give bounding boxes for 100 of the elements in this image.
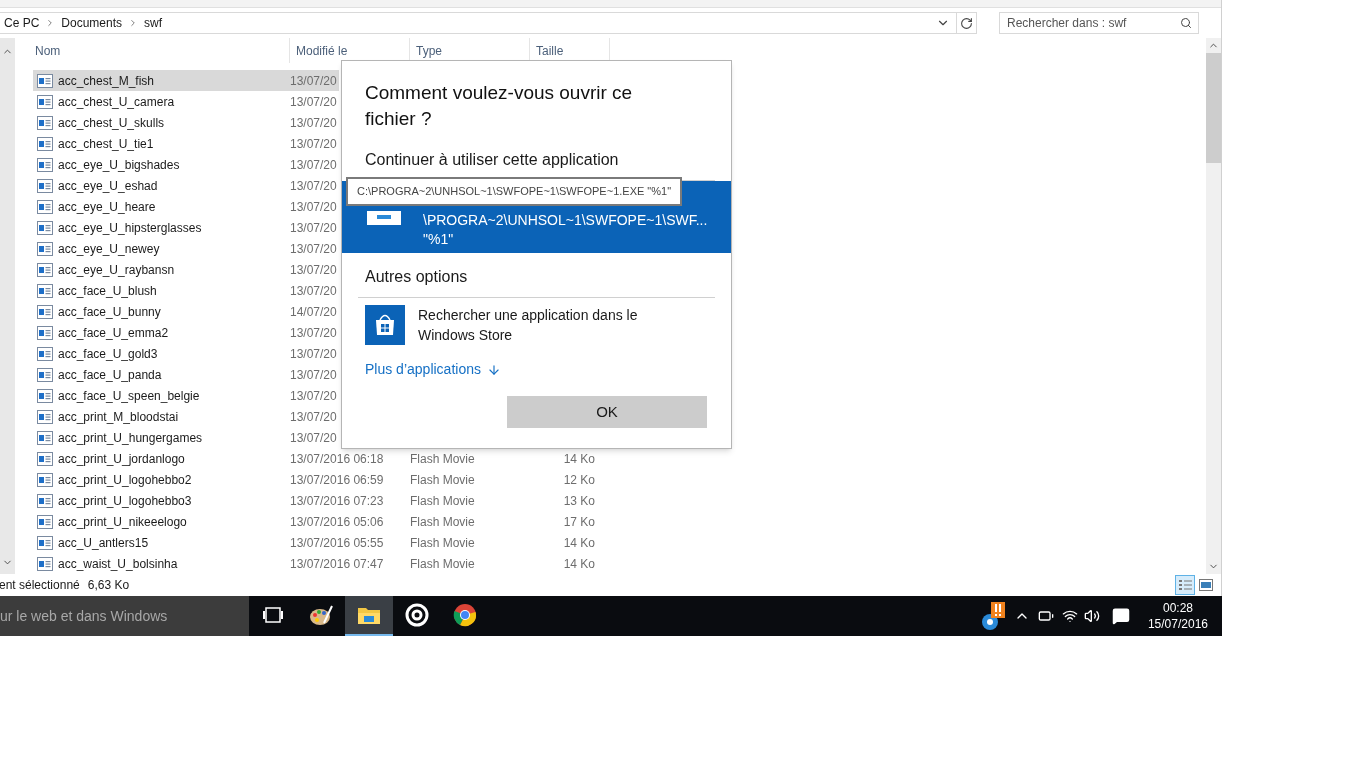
clock-time[interactable]: 00:28 — [1162, 600, 1193, 616]
modified-date: 13/07/20 — [289, 261, 337, 279]
file-icon — [37, 94, 53, 109]
taskbar-app-button[interactable] — [345, 596, 393, 636]
file-name: acc_chest_U_tie1 — [58, 135, 154, 153]
file-name: acc_print_U_jordanlogo — [58, 450, 185, 468]
file-row[interactable]: acc_print_U_jordanlogo 13/07/2016 06:18 Flash Movie 14 Ko — [33, 448, 605, 469]
wifi-icon[interactable] — [1061, 608, 1078, 624]
file-icon — [37, 409, 53, 424]
address-bar[interactable]: Ce PC Documents swf — [0, 12, 977, 34]
palette-icon[interactable] — [308, 603, 334, 627]
breadcrumb[interactable]: swf — [144, 14, 163, 32]
file-row[interactable]: acc_face_U_speen_belgie 13/07/20 — [33, 385, 339, 406]
file-row[interactable]: acc_face_U_panda 13/07/20 — [33, 364, 339, 385]
modified-date: 13/07/20 — [289, 366, 337, 384]
file-row[interactable]: acc_eye_U_heare 13/07/20 — [33, 196, 339, 217]
column-header[interactable]: Nom — [35, 41, 61, 60]
globe-alert-icon[interactable] — [981, 601, 1006, 631]
search-field[interactable]: Rechercher dans : swf — [999, 12, 1199, 34]
file-row[interactable]: acc_eye_U_bigshades 13/07/20 — [33, 154, 339, 175]
file-icon — [37, 304, 53, 319]
file-row[interactable]: acc_face_U_bunny 14/07/20 — [33, 301, 339, 322]
file-type: Flash Movie — [410, 555, 476, 573]
file-name: acc_eye_U_bigshades — [58, 156, 180, 174]
volume-icon[interactable] — [1083, 608, 1100, 624]
file-size: 14 Ko — [562, 450, 595, 468]
column-header[interactable]: Modifié le — [296, 41, 348, 60]
file-icon — [37, 556, 53, 571]
file-row[interactable]: acc_print_U_logohebbo2 13/07/2016 06:59 Flash Movie 12 Ko — [33, 469, 605, 490]
file-icon — [37, 220, 53, 235]
modified-date: 13/07/20 — [289, 408, 337, 426]
modified-date: 13/07/2016 06:18 — [289, 450, 385, 468]
breadcrumb[interactable]: Documents — [61, 14, 123, 32]
store-option[interactable]: Rechercher une application dans le Windows Store — [342, 298, 731, 345]
disc-icon[interactable] — [404, 602, 430, 628]
scrollbar-thumb[interactable] — [1206, 53, 1221, 163]
file-name: acc_print_U_logohebbo3 — [58, 492, 192, 510]
file-type: Flash Movie — [410, 534, 476, 552]
details-view-icon[interactable] — [1175, 575, 1195, 595]
file-row[interactable]: acc_eye_U_raybansn 13/07/20 — [33, 259, 339, 280]
file-icon — [37, 283, 53, 298]
store-bag-icon — [365, 305, 405, 345]
file-row[interactable]: acc_print_U_hungergames 13/07/20 — [33, 427, 339, 448]
ok-button[interactable]: OK — [507, 396, 707, 428]
modified-date: 13/07/2016 05:06 — [289, 513, 385, 531]
file-row[interactable]: acc_chest_U_tie1 13/07/20 — [33, 133, 339, 154]
file-icon — [37, 262, 53, 277]
file-icon — [37, 157, 53, 172]
modified-date: 13/07/20 — [289, 324, 337, 342]
file-row[interactable]: acc_U_antlers15 13/07/2016 05:55 Flash Movie 14 Ko — [33, 532, 605, 553]
task-view-icon[interactable] — [262, 606, 284, 624]
more-apps-link[interactable]: Plus d’applications — [342, 359, 731, 380]
file-icon — [37, 73, 53, 88]
file-icon — [37, 241, 53, 256]
file-icon — [37, 367, 53, 382]
file-row[interactable]: acc_chest_M_fish 13/07/20 — [33, 70, 339, 91]
breadcrumb[interactable]: Ce PC — [4, 14, 40, 32]
file-icon — [37, 136, 53, 151]
modified-date: 13/07/20 — [289, 429, 337, 447]
file-icon — [37, 178, 53, 193]
file-icon — [37, 451, 53, 466]
app-command-text: "%1" — [423, 230, 455, 249]
file-row[interactable]: acc_eye_U_eshad 13/07/20 — [33, 175, 339, 196]
file-type: Flash Movie — [410, 513, 476, 531]
modified-date: 13/07/2016 05:55 — [289, 534, 385, 552]
thumbnail-view-icon[interactable] — [1199, 579, 1213, 591]
file-row[interactable]: acc_print_U_nikeeelogo 13/07/2016 05:06 Flash Movie 17 Ko — [33, 511, 605, 532]
section-heading: Continuer à utiliser cette application — [364, 150, 620, 170]
file-row[interactable]: acc_print_U_logohebbo3 13/07/2016 07:23 Flash Movie 13 Ko — [33, 490, 605, 511]
clock-date[interactable]: 15/07/2016 — [1147, 616, 1208, 632]
column-header[interactable]: Taille — [536, 41, 564, 60]
file-row[interactable]: acc_chest_U_skulls 13/07/20 — [33, 112, 339, 133]
file-name: acc_face_U_speen_belgie — [58, 387, 200, 405]
file-row[interactable]: acc_face_U_gold3 13/07/20 — [33, 343, 339, 364]
file-row[interactable]: acc_waist_U_bolsinha 13/07/2016 07:47 Flash Movie 14 Ko — [33, 553, 605, 574]
modified-date: 13/07/2016 07:47 — [289, 555, 385, 573]
folder-icon[interactable] — [357, 605, 381, 625]
file-icon — [37, 115, 53, 130]
file-row[interactable]: acc_print_M_bloodstai 13/07/20 — [33, 406, 339, 427]
file-size: 14 Ko — [562, 534, 595, 552]
file-row[interactable]: acc_face_U_blush 13/07/20 — [33, 280, 339, 301]
refresh-icon[interactable] — [960, 16, 973, 30]
search-icon — [1180, 17, 1192, 29]
file-row[interactable]: acc_eye_U_newey 13/07/20 — [33, 238, 339, 259]
browser-icon[interactable] — [453, 603, 477, 627]
taskbar-search-field[interactable]: ur le web et dans Windows — [0, 596, 249, 636]
modified-date: 13/07/20 — [289, 177, 337, 195]
file-row[interactable]: acc_eye_U_hipsterglasses 13/07/20 — [33, 217, 339, 238]
file-name: acc_waist_U_bolsinha — [58, 555, 178, 573]
file-size: 13 Ko — [562, 492, 595, 510]
file-row[interactable]: acc_face_U_emma2 13/07/20 — [33, 322, 339, 343]
file-type: Flash Movie — [410, 450, 476, 468]
file-row[interactable]: acc_chest_U_camera 13/07/20 — [33, 91, 339, 112]
column-header[interactable]: Type — [416, 41, 442, 60]
notification-icon[interactable] — [1111, 607, 1130, 625]
battery-icon[interactable] — [1037, 608, 1054, 624]
file-name: acc_face_U_panda — [58, 366, 162, 384]
file-size: 14 Ko — [562, 555, 595, 573]
file-name: acc_eye_U_eshad — [58, 177, 158, 195]
file-icon — [37, 199, 53, 214]
